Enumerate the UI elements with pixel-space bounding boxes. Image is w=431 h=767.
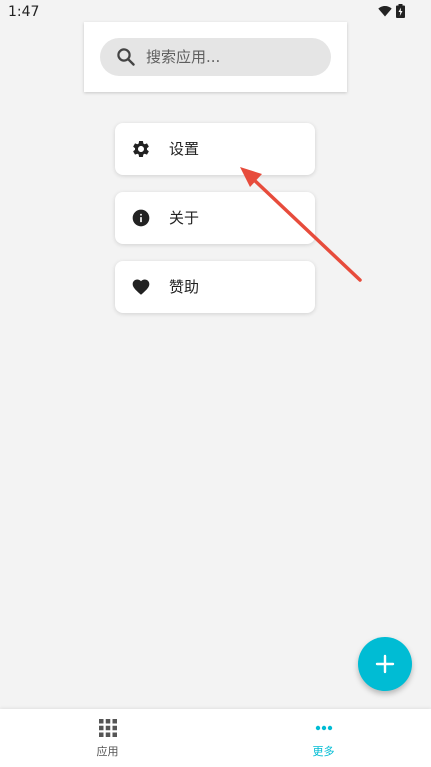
search-box[interactable] <box>100 38 331 76</box>
status-time: 1:47 <box>8 4 40 20</box>
menu-item-label: 关于 <box>169 209 200 227</box>
gear-icon <box>133 141 149 157</box>
nav-label-apps: 应用 <box>96 745 119 758</box>
bottom-nav: 应用 更多 <box>0 709 431 767</box>
nav-item-more[interactable]: 更多 <box>216 709 431 767</box>
info-icon <box>132 209 150 227</box>
nav-item-apps[interactable]: 应用 <box>0 709 215 767</box>
menu-item-about[interactable]: 关于 <box>115 192 315 244</box>
nav-label-more: 更多 <box>312 745 335 758</box>
plus-icon <box>375 654 395 674</box>
search-icon <box>117 48 135 66</box>
grid-icon <box>98 719 117 737</box>
status-bar: 1:47 <box>0 0 431 24</box>
search-input[interactable] <box>146 38 321 76</box>
menu-item-sponsor[interactable]: 赞助 <box>115 261 315 313</box>
battery-icon <box>396 4 405 18</box>
menu-item-label: 赞助 <box>169 278 200 296</box>
more-icon <box>315 725 332 731</box>
search-panel <box>84 22 347 92</box>
heart-icon <box>132 279 150 295</box>
menu-item-label: 设置 <box>169 140 200 158</box>
status-icons <box>378 4 405 18</box>
menu-item-settings[interactable]: 设置 <box>115 123 315 175</box>
wifi-icon <box>378 6 392 17</box>
add-fab-button[interactable] <box>358 637 412 691</box>
